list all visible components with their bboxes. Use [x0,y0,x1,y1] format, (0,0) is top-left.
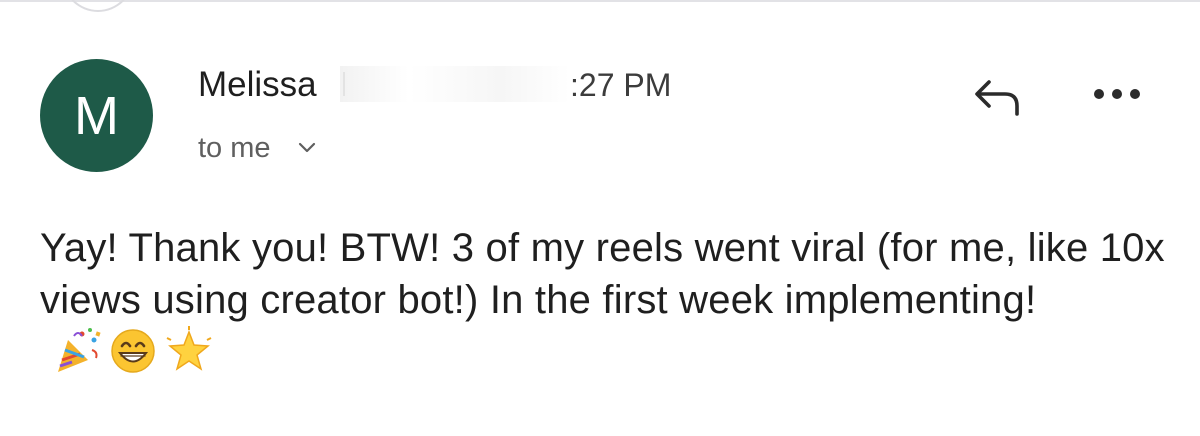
emoji-group [52,326,214,376]
recipient-details-toggle[interactable]: to me [198,130,317,166]
message-body-text: Yay! Thank you! BTW! 3 of my reels went … [40,226,1165,322]
grinning-face-icon [111,329,155,373]
sender-name[interactable]: Melissa [198,65,317,105]
redacted-date [340,66,570,102]
previous-avatar-edge [62,0,134,12]
more-options-button[interactable] [1084,74,1150,114]
reply-button[interactable] [965,72,1025,120]
recipient-label: to me [198,132,271,164]
glowing-star-icon [166,326,212,371]
email-message-card: M Melissa :27 PM to me Yay! Thank you! B… [0,0,1200,436]
more-options-icon [1094,89,1140,99]
avatar-letter: M [74,85,119,146]
timestamp: :27 PM [570,67,672,103]
redacted-mark [343,72,345,96]
message-body: Yay! Thank you! BTW! 3 of my reels went … [40,222,1170,379]
avatar[interactable]: M [40,59,153,172]
reply-icon [975,80,1019,116]
party-popper-icon [58,328,101,372]
chevron-down-icon [298,142,315,153]
